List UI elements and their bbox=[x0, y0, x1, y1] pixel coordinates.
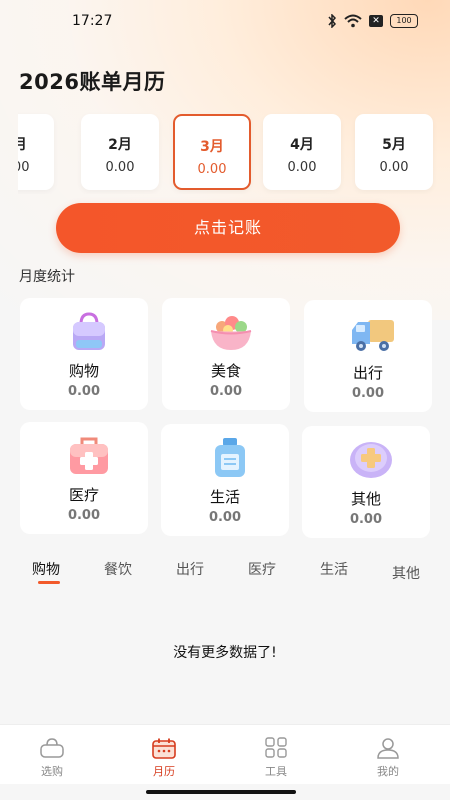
nav-item-calendar[interactable]: 月历 bbox=[134, 737, 194, 779]
category-value: 0.00 bbox=[208, 510, 242, 525]
month-card-2[interactable]: 2月 0.00 bbox=[81, 114, 159, 190]
bluetooth-icon bbox=[328, 14, 337, 28]
empty-message: 没有更多数据了! bbox=[173, 645, 277, 661]
category-card-life[interactable]: 生活 0.00 bbox=[161, 424, 289, 536]
calendar-icon bbox=[152, 738, 176, 759]
truck-icon bbox=[352, 320, 394, 351]
month-label: 4月 bbox=[290, 137, 314, 153]
category-value: 0.00 bbox=[349, 512, 383, 527]
status-time: 17:27 bbox=[72, 13, 113, 29]
status-bar: 17:27 ✕ 100 bbox=[0, 0, 450, 48]
category-name: 其他 bbox=[350, 490, 381, 508]
nav-label: 工具 bbox=[265, 765, 287, 778]
category-tabs[interactable]: 购物 餐饮 出行 医疗 生活 其他 bbox=[0, 555, 450, 591]
status-icons: ✕ 100 bbox=[327, 14, 418, 28]
nav-item-tools[interactable]: 工具 bbox=[246, 737, 306, 779]
tab-shopping[interactable]: 购物 bbox=[32, 559, 60, 579]
category-card-other[interactable]: 其他 0.00 bbox=[302, 426, 430, 538]
category-value: 0.00 bbox=[209, 384, 243, 399]
month-card-3[interactable]: 3月 0.00 bbox=[173, 114, 251, 190]
category-name: 美食 bbox=[210, 362, 241, 380]
close-box-icon: ✕ bbox=[369, 15, 383, 27]
month-value: 0.00 bbox=[379, 160, 409, 175]
category-card-shopping[interactable]: 购物 0.00 bbox=[20, 298, 148, 410]
nav-label: 我的 bbox=[377, 765, 399, 778]
nav-label: 月历 bbox=[153, 765, 175, 778]
medical-kit-icon bbox=[70, 437, 108, 474]
month-card-1[interactable]: 1月 0.00 bbox=[18, 114, 54, 190]
month-value: 0.00 bbox=[197, 162, 227, 177]
category-value: 0.00 bbox=[67, 508, 101, 523]
tab-active-indicator bbox=[38, 581, 60, 584]
month-label: 5月 bbox=[382, 137, 406, 153]
month-card-4[interactable]: 4月 0.00 bbox=[263, 114, 341, 190]
nav-label: 选购 bbox=[41, 765, 63, 778]
basket-icon bbox=[40, 738, 64, 758]
category-name: 生活 bbox=[209, 488, 240, 506]
month-strip[interactable]: 1月 0.00 2月 0.00 3月 0.00 4月 0.00 5月 0.00 bbox=[18, 112, 450, 194]
tab-life[interactable]: 生活 bbox=[320, 559, 348, 579]
category-card-travel[interactable]: 出行 0.00 bbox=[304, 300, 432, 412]
month-value: 0.00 bbox=[287, 160, 317, 175]
nav-item-profile[interactable]: 我的 bbox=[358, 737, 418, 779]
category-value: 0.00 bbox=[67, 384, 101, 399]
tab-travel[interactable]: 出行 bbox=[176, 559, 204, 579]
wifi-icon bbox=[344, 14, 362, 28]
month-value: 0.00 bbox=[105, 160, 135, 175]
month-label: 2月 bbox=[108, 137, 132, 153]
category-card-medical[interactable]: 医疗 0.00 bbox=[20, 422, 148, 534]
tab-other[interactable]: 其他 bbox=[392, 563, 420, 583]
profile-icon bbox=[377, 738, 399, 759]
home-indicator bbox=[146, 790, 296, 794]
food-bowl-icon bbox=[210, 316, 252, 350]
category-name: 出行 bbox=[352, 364, 383, 382]
month-label: 3月 bbox=[200, 139, 224, 155]
other-plus-icon bbox=[350, 442, 392, 478]
category-card-food[interactable]: 美食 0.00 bbox=[162, 298, 290, 410]
tab-dining[interactable]: 餐饮 bbox=[104, 559, 132, 579]
battery-icon: 100 bbox=[390, 14, 418, 28]
shopping-bag-icon bbox=[73, 312, 105, 350]
month-value: 0.00 bbox=[18, 160, 30, 175]
record-button[interactable]: 点击记账 bbox=[56, 203, 400, 253]
category-name: 医疗 bbox=[68, 486, 99, 504]
month-label: 1月 bbox=[18, 137, 27, 153]
month-card-5[interactable]: 5月 0.00 bbox=[355, 114, 433, 190]
category-value: 0.00 bbox=[351, 386, 385, 401]
tab-medical[interactable]: 医疗 bbox=[248, 559, 276, 579]
bottom-nav: 选购 月历 工具 我的 bbox=[0, 724, 450, 784]
grid-icon bbox=[265, 737, 287, 758]
nav-item-shop[interactable]: 选购 bbox=[22, 737, 82, 779]
page-title: 2026账单月历 bbox=[19, 70, 166, 94]
category-name: 购物 bbox=[68, 362, 99, 380]
bottle-icon bbox=[215, 438, 245, 477]
stats-title: 月度统计 bbox=[19, 269, 75, 285]
